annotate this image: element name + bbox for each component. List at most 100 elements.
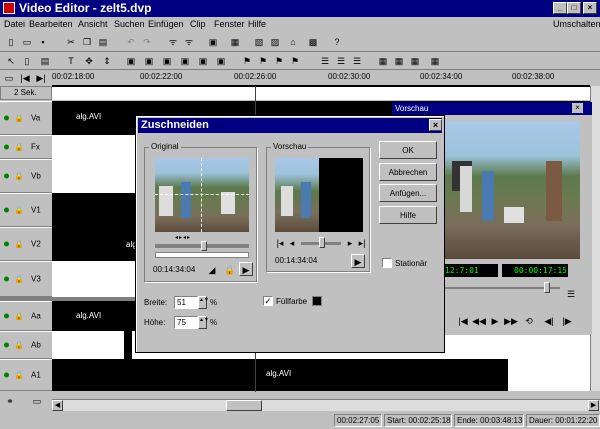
- find-icon[interactable]: ᯤ: [166, 35, 180, 49]
- cut-icon[interactable]: ✂: [64, 35, 78, 49]
- menu-ansicht[interactable]: Ansicht: [78, 19, 108, 29]
- go-end-icon[interactable]: ▶|: [34, 71, 48, 85]
- lock-icon[interactable]: 🔒: [14, 172, 24, 181]
- ok-button[interactable]: OK: [379, 141, 437, 159]
- lock-icon[interactable]: 🔒: [14, 114, 24, 123]
- visibility-icon[interactable]: [4, 173, 9, 179]
- ruler-settings-icon[interactable]: ▭: [2, 71, 16, 85]
- list-3-icon[interactable]: ☰: [350, 54, 364, 68]
- hilfe-button[interactable]: Hilfe: [379, 206, 437, 224]
- menu-suchen[interactable]: Suchen: [114, 19, 145, 29]
- select-4-icon[interactable]: ▣: [178, 54, 192, 68]
- open-folder-icon[interactable]: ▭: [20, 35, 34, 49]
- fuellfarbe-checkbox[interactable]: ✓: [263, 296, 273, 306]
- redo-icon[interactable]: ↷: [140, 35, 154, 49]
- home-icon[interactable]: ⌂: [286, 35, 300, 49]
- original-keyframes[interactable]: [155, 252, 249, 258]
- play-icon[interactable]: ▶: [351, 254, 365, 268]
- menu-bearbeiten[interactable]: Bearbeiten: [29, 19, 73, 29]
- horizontal-scrollbar[interactable]: ◀ ▶: [52, 399, 600, 411]
- tool-8-icon[interactable]: ⚑: [256, 54, 270, 68]
- lock-icon[interactable]: 🔒: [223, 263, 237, 277]
- app-icon[interactable]: [3, 2, 15, 14]
- menu-datei[interactable]: Datei: [4, 19, 25, 29]
- track-header-aa[interactable]: 🔒 Aa: [0, 301, 52, 331]
- select-6-icon[interactable]: ▣: [214, 54, 228, 68]
- clip-block[interactable]: [124, 331, 132, 359]
- scroll-left-icon[interactable]: ◀: [52, 400, 63, 411]
- text-icon[interactable]: T: [64, 54, 78, 68]
- visibility-icon[interactable]: [4, 372, 9, 378]
- umschalten-label[interactable]: Umschalten: [553, 19, 600, 29]
- hoehe-spinner[interactable]: ▲▼: [198, 316, 209, 329]
- arrow-up-down-icon[interactable]: ⇕: [100, 54, 114, 68]
- prev-frame-icon[interactable]: ◂: [285, 236, 299, 250]
- scroll-thumb[interactable]: [226, 400, 262, 411]
- play-icon[interactable]: ▶: [488, 314, 502, 328]
- track-header-va[interactable]: 🔒 Va: [0, 101, 52, 135]
- close-icon[interactable]: ×: [583, 2, 597, 14]
- minimize-icon[interactable]: _: [553, 2, 567, 14]
- lock-icon[interactable]: 🔒: [14, 341, 24, 350]
- grid-2-icon[interactable]: ▦: [392, 54, 406, 68]
- maximize-icon[interactable]: □: [567, 2, 581, 14]
- audio-icon[interactable]: ▨: [268, 35, 282, 49]
- abbrechen-button[interactable]: Abbrechen: [379, 163, 437, 181]
- visibility-icon[interactable]: [4, 144, 9, 150]
- list-icon[interactable]: ☰: [318, 54, 332, 68]
- track-lane-a1-empty[interactable]: [508, 359, 590, 391]
- original-slider-thumb[interactable]: [201, 241, 207, 251]
- visibility-icon[interactable]: [4, 207, 9, 213]
- lock-icon[interactable]: 🔒: [14, 143, 24, 152]
- go-start-icon[interactable]: |◀: [18, 71, 32, 85]
- grid-icon[interactable]: ▦: [376, 54, 390, 68]
- track-header-a1[interactable]: 🔒 A1: [0, 359, 52, 391]
- track-header-vb[interactable]: 🔒 Vb: [0, 159, 52, 193]
- track-header-fx[interactable]: 🔒 Fx: [0, 135, 52, 159]
- step-forward-icon[interactable]: ▶▶: [504, 314, 518, 328]
- properties-icon[interactable]: ▦: [228, 35, 242, 49]
- visibility-icon[interactable]: [4, 276, 9, 282]
- zoom-icon[interactable]: ⚭: [3, 394, 17, 408]
- hoehe-input[interactable]: 75: [174, 316, 198, 329]
- track-lane-a1[interactable]: alg.AVI: [52, 359, 508, 391]
- anfuegen-button[interactable]: Anfügen...: [379, 184, 437, 202]
- move-icon[interactable]: ✥: [82, 54, 96, 68]
- copy-icon[interactable]: ❐: [80, 35, 94, 49]
- lock-icon[interactable]: 🔒: [14, 240, 24, 249]
- tool-10-icon[interactable]: ⚑: [288, 54, 302, 68]
- marker-row[interactable]: [52, 86, 590, 100]
- select-icon[interactable]: ▣: [124, 54, 138, 68]
- menu-clip[interactable]: Clip: [190, 19, 206, 29]
- step-back-icon[interactable]: ◀◀: [472, 314, 486, 328]
- tool-7-icon[interactable]: ⚑: [240, 54, 254, 68]
- select-2-icon[interactable]: ▣: [142, 54, 156, 68]
- preview-slider-thumb[interactable]: [544, 282, 550, 293]
- save-icon[interactable]: ▪: [36, 35, 50, 49]
- clip-icon[interactable]: ▧: [252, 35, 266, 49]
- play-icon[interactable]: ▶: [239, 262, 253, 276]
- crop-tool-icon[interactable]: ◢: [205, 263, 219, 277]
- scroll-right-icon[interactable]: ▶: [588, 400, 599, 411]
- vorschau-slider-thumb[interactable]: [319, 237, 325, 248]
- view-icon[interactable]: ▭: [30, 394, 44, 408]
- image-icon[interactable]: ▩: [306, 35, 320, 49]
- help-icon[interactable]: ?: [330, 35, 344, 49]
- grid-3-icon[interactable]: ▦: [408, 54, 422, 68]
- marker-icon[interactable]: ▯: [20, 54, 34, 68]
- crop-line-horizontal[interactable]: [155, 194, 249, 195]
- preview-slider-track[interactable]: [442, 287, 560, 289]
- scale-box[interactable]: 2 Sek.: [0, 86, 52, 100]
- capture-icon[interactable]: ▣: [206, 35, 220, 49]
- menu-fenster[interactable]: Fenster: [214, 19, 245, 29]
- go-start-icon[interactable]: |◀: [456, 314, 470, 328]
- visibility-icon[interactable]: [4, 241, 9, 247]
- go-end-icon[interactable]: ▸|: [355, 236, 369, 250]
- find-next-icon[interactable]: ᯤ: [182, 35, 196, 49]
- timeline-ruler[interactable]: ▭ |◀ ▶| 00:02:18:00 00:02:22:00 00:02:26…: [0, 70, 600, 86]
- track-header-v3[interactable]: 🔒 V3: [0, 261, 52, 297]
- track-header-ab[interactable]: 🔒 Ab: [0, 331, 52, 359]
- visibility-icon[interactable]: [4, 313, 9, 319]
- preview-settings-icon[interactable]: ☰: [564, 287, 578, 301]
- track-header-v2[interactable]: 🔒 V2: [0, 227, 52, 261]
